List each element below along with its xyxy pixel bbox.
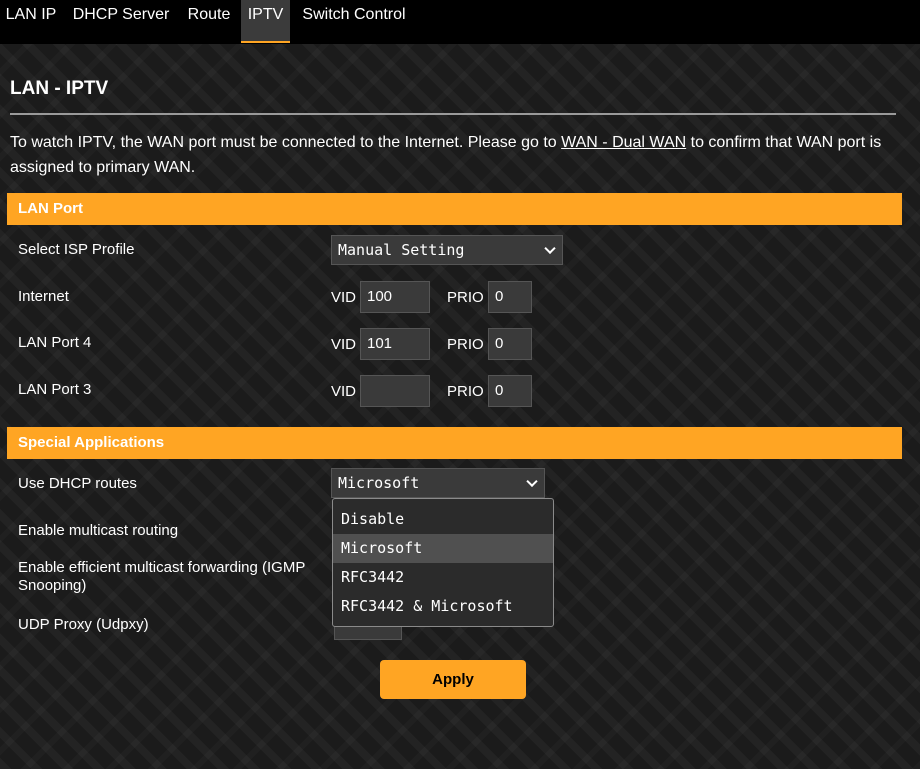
internet-vid-label: VID [331,289,357,306]
multicast-routing-label: Enable multicast routing [18,522,179,539]
igmp-snooping-label: Enable efficient multicast forwarding (I… [18,559,306,594]
page-title: LAN - IPTV [10,78,109,99]
dropdown-option-rfc3442-microsoft[interactable]: RFC3442 & Microsoft [333,592,553,621]
special-applications-header: Special Applications [7,427,902,459]
chevron-down-icon [526,475,538,488]
chevron-down-icon [544,242,556,255]
lan-port4-vid-label: VID [331,336,357,353]
dropdown-option-disable[interactable]: Disable [333,505,553,534]
internet-label: Internet [18,288,69,305]
dhcp-routes-value: Microsoft [338,474,420,492]
intro-text-before: To watch IPTV, the WAN port must be conn… [10,134,562,151]
isp-profile-label: Select ISP Profile [18,241,135,258]
lan-port3-prio-input[interactable]: 0 [488,375,532,407]
apply-button[interactable]: Apply [380,660,526,699]
lan-port3-prio-label: PRIO [447,383,484,400]
intro-text: To watch IPTV, the WAN port must be conn… [10,130,900,180]
lan-port4-vid-input[interactable]: 101 [360,328,430,360]
lan-port4-prio-label: PRIO [447,336,484,353]
lan-port4-prio-input[interactable]: 0 [488,328,532,360]
udp-proxy-label: UDP Proxy (Udpxy) [18,616,149,633]
top-tab-bar: LAN IP DHCP Server Route IPTV Switch Con… [0,0,920,44]
tab-dhcp-server[interactable]: DHCP Server [62,0,180,43]
isp-profile-select[interactable]: Manual Setting [331,235,563,265]
dhcp-routes-dropdown: Disable Microsoft RFC3442 RFC3442 & Micr… [332,498,554,627]
tab-route[interactable]: Route [180,0,238,43]
internet-prio-label: PRIO [447,289,484,306]
main-content: LAN - IPTV To watch IPTV, the WAN port m… [0,44,920,769]
internet-vid-input[interactable]: 100 [360,281,430,313]
lan-port-header: LAN Port [7,193,902,225]
isp-profile-value: Manual Setting [338,241,465,259]
dropdown-option-rfc3442[interactable]: RFC3442 [333,563,553,592]
dropdown-option-microsoft[interactable]: Microsoft [333,534,553,563]
lan-port3-vid-input[interactable] [360,375,430,407]
internet-prio-input[interactable]: 0 [488,281,532,313]
tab-iptv[interactable]: IPTV [241,0,290,43]
dhcp-routes-select[interactable]: Microsoft [331,468,545,498]
lan-port4-label: LAN Port 4 [18,334,92,351]
dhcp-routes-label: Use DHCP routes [18,475,137,492]
lan-port3-label: LAN Port 3 [18,381,92,398]
wan-dual-wan-link[interactable]: WAN - Dual WAN [561,134,686,151]
lan-port3-vid-label: VID [331,383,357,400]
title-divider [10,113,896,115]
tab-lan-ip[interactable]: LAN IP [0,0,62,43]
tab-switch-control[interactable]: Switch Control [290,0,418,43]
